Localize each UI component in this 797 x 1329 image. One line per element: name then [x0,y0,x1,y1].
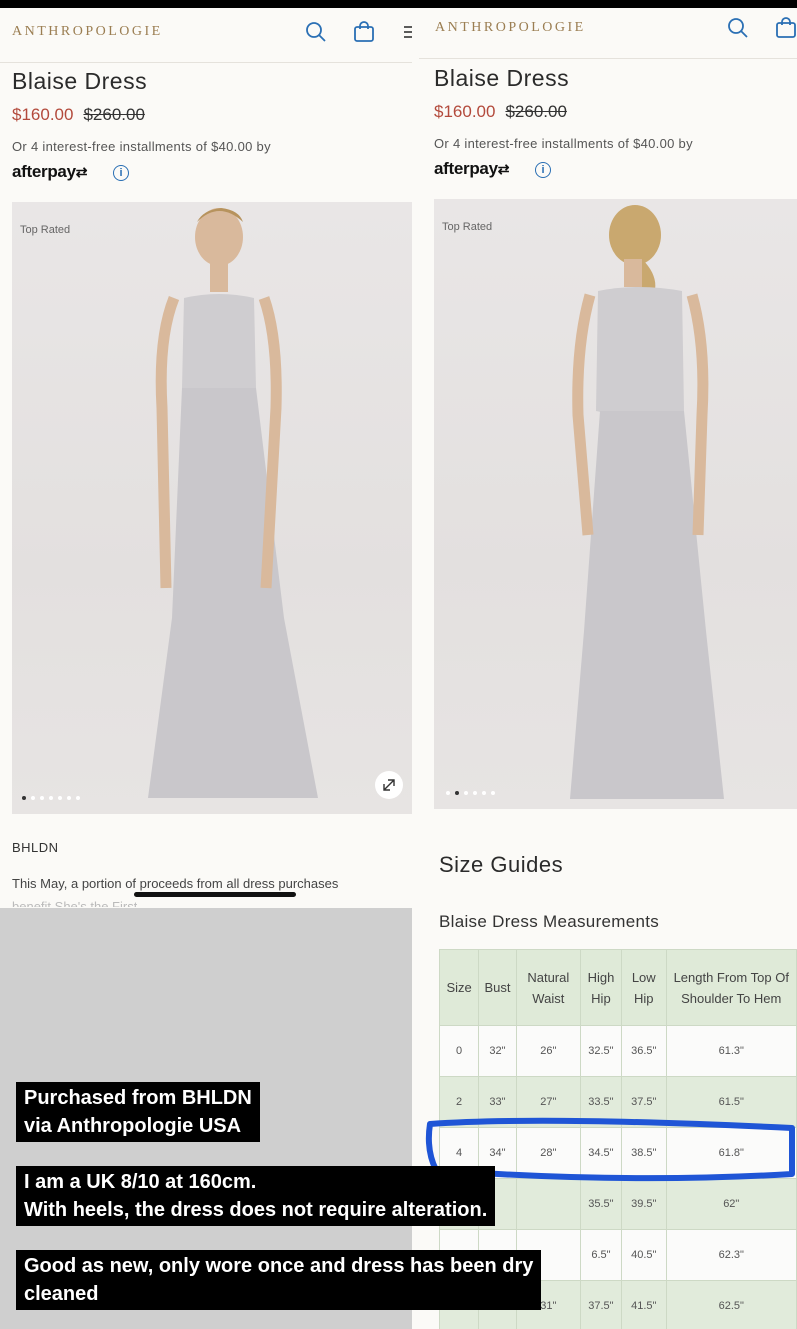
installments-text: Or 4 interest-free installments of $40.0… [434,136,693,151]
product-title: Blaise Dress [434,65,570,91]
info-icon[interactable]: i [535,162,551,178]
table-header-waist: Natural Waist [515,949,581,1026]
caption-purchase: Purchased from BHLDN via Anthropologie U… [16,1082,260,1142]
designer-label[interactable]: BHLDN [12,840,59,855]
original-price: $260.00 [505,102,567,121]
table-header-length: Length From Top Of Shoulder To Hem [665,949,797,1026]
caption-line: Good as new, only wore once and dress ha… [24,1255,534,1277]
cell: 40.5" [621,1229,667,1281]
installments-text: Or 4 interest-free installments of $40.0… [12,139,271,154]
product-image-back[interactable]: Top Rated [434,199,797,809]
home-indicator [134,892,296,897]
table-header-low-hip: Low Hip [621,949,667,1026]
cell: 6.5" [579,1229,623,1281]
search-icon[interactable] [304,20,328,44]
original-price: $260.00 [83,105,145,124]
status-bar [0,0,797,8]
brand-logo[interactable]: ANTHROPOLOGIE [12,24,163,40]
caption-line: via Anthropologie USA [24,1115,242,1137]
right-header: ANTHROPOLOGIE [419,8,797,59]
cell: 36.5" [621,1025,667,1077]
cell: 37.5" [579,1280,623,1329]
model-dress-back-illustration [570,205,724,799]
info-icon[interactable]: i [113,165,129,181]
search-icon[interactable] [726,16,750,40]
table-header-high-hip: High Hip [579,949,623,1026]
cell: 62.5" [665,1280,797,1329]
afterpay-arrows-icon: ⇄ [75,164,88,180]
model-dress-front-illustration [148,208,318,798]
product-title: Blaise Dress [12,68,148,94]
left-product-panel: ANTHROPOLOGIE Blaise Dress $160.00 $260.0… [0,8,412,908]
cell: 61.3" [665,1025,797,1077]
menu-icon[interactable] [398,20,412,44]
panel-divider [412,8,419,1329]
caption-condition: Good as new, only wore once and dress ha… [16,1250,542,1310]
carousel-dots[interactable] [22,796,80,800]
afterpay-arrows-icon: ⇄ [497,161,510,177]
bag-icon[interactable] [352,20,376,44]
price: $160.00 $260.00 [434,102,567,122]
sale-price: $160.00 [434,102,496,121]
product-image-front[interactable]: Top Rated [12,202,412,814]
cell: 32.5" [579,1025,623,1077]
caption-line: cleaned [24,1283,99,1305]
caption-line: With heels, the dress does not require a… [24,1199,488,1221]
sale-price: $160.00 [12,105,74,124]
bag-icon[interactable] [774,16,797,40]
caption-size: I am a UK 8/10 at 160cm. With heels, the… [16,1166,496,1226]
expand-button[interactable] [375,771,403,799]
cell: 62.3" [665,1229,797,1281]
price: $160.00 $260.00 [12,105,145,125]
size-guides-heading: Size Guides [439,852,564,877]
cell: 32" [478,1025,517,1077]
brand-logo[interactable]: ANTHROPOLOGIE [435,20,586,36]
afterpay-wordmark: afterpay [12,162,76,181]
cell: 26" [515,1025,581,1077]
left-header: ANTHROPOLOGIE [0,8,412,63]
cell: 41.5" [621,1280,667,1329]
carousel-dots[interactable] [446,791,495,795]
table-row: 0 32" 26" 32.5" 36.5" 61.3" [438,1025,797,1077]
measurements-title: Blaise Dress Measurements [439,912,660,931]
table-header-size: Size [438,949,480,1026]
afterpay-logo: afterpay⇄ [12,162,87,182]
table-header-bust: Bust [478,949,517,1026]
proceeds-text: This May, a portion of proceeds from all… [12,876,339,891]
proceeds-text-cut: benefit She's the First [12,899,138,907]
caption-line: I am a UK 8/10 at 160cm. [24,1171,257,1193]
expand-icon [383,779,395,791]
caption-line: Purchased from BHLDN [24,1087,252,1109]
afterpay-logo: afterpay⇄ [434,159,509,179]
afterpay-wordmark: afterpay [434,159,498,178]
cell: 0 [438,1025,480,1077]
